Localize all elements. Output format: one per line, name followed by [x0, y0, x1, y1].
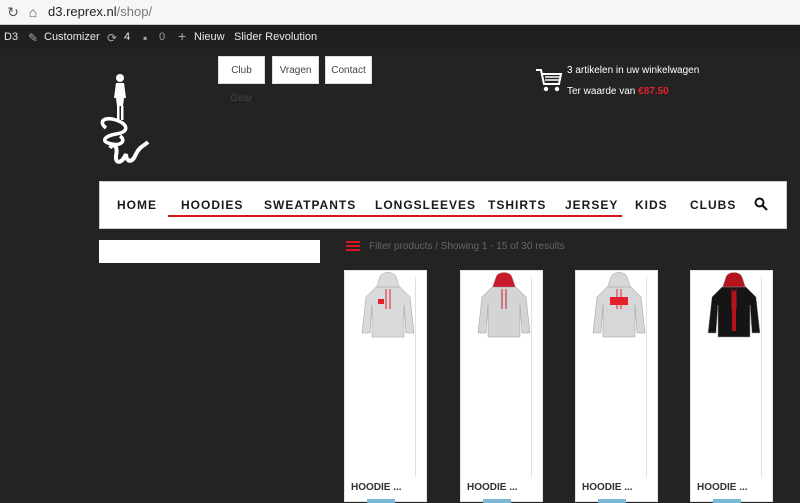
admin-site-link[interactable]: D3 [4, 31, 18, 43]
product-card[interactable]: HOODIE ... [344, 270, 427, 503]
cart-total-amount: €87.50 [638, 86, 669, 97]
brush-icon: ✎ [28, 31, 39, 45]
product-card[interactable]: HOODIE ... [690, 270, 773, 503]
product-image[interactable] [360, 271, 416, 341]
card-divider [531, 277, 532, 477]
nav-active-underline [168, 215, 622, 217]
filter-menu-icon[interactable] [346, 241, 360, 252]
card-divider [646, 277, 647, 477]
product-card[interactable]: HOODIE ... [575, 270, 658, 503]
card-divider [415, 277, 416, 477]
toplink-contact[interactable]: Contact [325, 56, 372, 84]
plus-icon: + [178, 28, 187, 44]
browser-url-bar: ↻ ⌂ d3.reprex.nl/shop/ [0, 0, 800, 25]
search-icon[interactable] [754, 197, 768, 211]
card-divider [761, 277, 762, 477]
nav-longsleeves[interactable]: LONGSLEEVES [375, 198, 476, 212]
nav-kids[interactable]: KIDS [635, 198, 668, 212]
add-to-cart-button[interactable] [367, 499, 395, 503]
product-image[interactable] [476, 271, 532, 341]
cart-total-text: Ter waarde van €87.50 [567, 86, 669, 97]
product-name[interactable]: HOODIE ... [467, 482, 518, 493]
nav-jersey[interactable]: JERSEY [565, 198, 618, 212]
comment-icon: ▪ [143, 31, 148, 45]
updates-icon: ⟳ [107, 31, 118, 45]
cart-total-label: Ter waarde van [567, 86, 636, 97]
nav-hoodies[interactable]: HOODIES [181, 198, 243, 212]
nav-tshirts[interactable]: TSHIRTS [488, 198, 546, 212]
product-name[interactable]: HOODIE ... [351, 482, 402, 493]
nav-sweatpants[interactable]: SWEATPANTS [264, 198, 356, 212]
slider-revolution-link[interactable]: Slider Revolution [234, 31, 317, 43]
home-icon[interactable]: ⌂ [24, 3, 42, 21]
cart-count-text[interactable]: 3 artikelen in uw winkelwagen [567, 65, 699, 76]
nav-clubs[interactable]: CLUBS [690, 198, 736, 212]
nav-home[interactable]: HOME [117, 198, 157, 212]
add-to-cart-button[interactable] [713, 499, 741, 503]
reload-icon[interactable]: ↻ [4, 3, 22, 21]
new-link[interactable]: Nieuw [194, 31, 225, 43]
product-name[interactable]: HOODIE ... [582, 482, 633, 493]
product-name[interactable]: HOODIE ... [697, 482, 748, 493]
address-field[interactable]: d3.reprex.nl/shop/ [48, 4, 152, 19]
customizer-link[interactable]: Customizer [44, 31, 100, 43]
add-to-cart-button[interactable] [598, 499, 626, 503]
add-to-cart-button[interactable] [483, 499, 511, 503]
product-image[interactable] [706, 271, 762, 341]
sidebar-search-box[interactable] [99, 240, 320, 263]
toplink-vragen[interactable]: Vragen [272, 56, 319, 84]
main-navigation: HOME HOODIES SWEATPANTS LONGSLEEVES TSHI… [99, 181, 787, 229]
product-card[interactable]: HOODIE ... [460, 270, 543, 503]
admin-bar: D3 ✎ Customizer ⟳ 4 ▪ 0 + Nieuw Slider R… [0, 25, 800, 49]
toplink-club-gear[interactable]: Club Gear [218, 56, 265, 104]
site-logo[interactable] [96, 72, 156, 168]
comments-count[interactable]: 0 [159, 31, 165, 43]
cart-icon[interactable] [535, 66, 563, 94]
product-image[interactable] [591, 271, 647, 341]
updates-count[interactable]: 4 [124, 31, 130, 43]
filter-results-text[interactable]: Filter products / Showing 1 - 15 of 30 r… [369, 241, 565, 252]
